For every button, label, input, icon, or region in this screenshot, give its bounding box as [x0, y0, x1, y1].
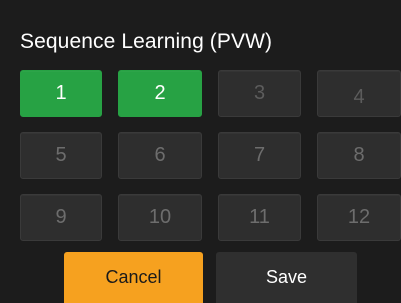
save-button[interactable]: Save [216, 252, 357, 303]
slot-button-2[interactable]: 2 [118, 70, 202, 117]
slot-button-12[interactable]: 12 [317, 194, 401, 241]
slot-label: 5 [55, 144, 67, 166]
slot-button-6[interactable]: 6 [118, 132, 202, 179]
slot-button-5[interactable]: 5 [20, 132, 102, 179]
slot-button-7[interactable]: 7 [218, 132, 301, 179]
slot-button-11[interactable]: 11 [218, 194, 301, 241]
sequence-learning-dialog: Sequence Learning (PVW) 1 2 3 4 5 6 7 8 … [0, 0, 401, 303]
slot-grid: 1 2 3 4 5 6 7 8 9 10 11 12 [20, 70, 401, 241]
save-button-label: Save [265, 267, 308, 287]
slot-label: 6 [154, 144, 166, 166]
slot-button-4[interactable]: 4 [317, 70, 401, 117]
slot-label: 7 [253, 144, 266, 166]
slot-button-1[interactable]: 1 [20, 70, 102, 117]
dialog-actions: Cancel Save [0, 252, 401, 303]
slot-label: 10 [148, 206, 172, 228]
cancel-button-label: Cancel [105, 267, 162, 287]
slot-button-8[interactable]: 8 [317, 132, 401, 179]
cancel-button[interactable]: Cancel [64, 252, 203, 303]
dialog-title: Sequence Learning (PVW) [20, 30, 273, 53]
slot-label: 4 [353, 86, 365, 108]
slot-label: 11 [249, 206, 270, 228]
slot-label: 8 [353, 144, 365, 166]
slot-label: 9 [55, 206, 67, 228]
slot-label: 2 [154, 82, 166, 104]
slot-button-9[interactable]: 9 [20, 194, 102, 241]
slot-label: 12 [347, 206, 371, 228]
slot-button-10[interactable]: 10 [118, 194, 202, 241]
slot-button-3[interactable]: 3 [218, 70, 301, 117]
slot-label: 3 [253, 82, 266, 104]
slot-label: 1 [55, 82, 67, 104]
